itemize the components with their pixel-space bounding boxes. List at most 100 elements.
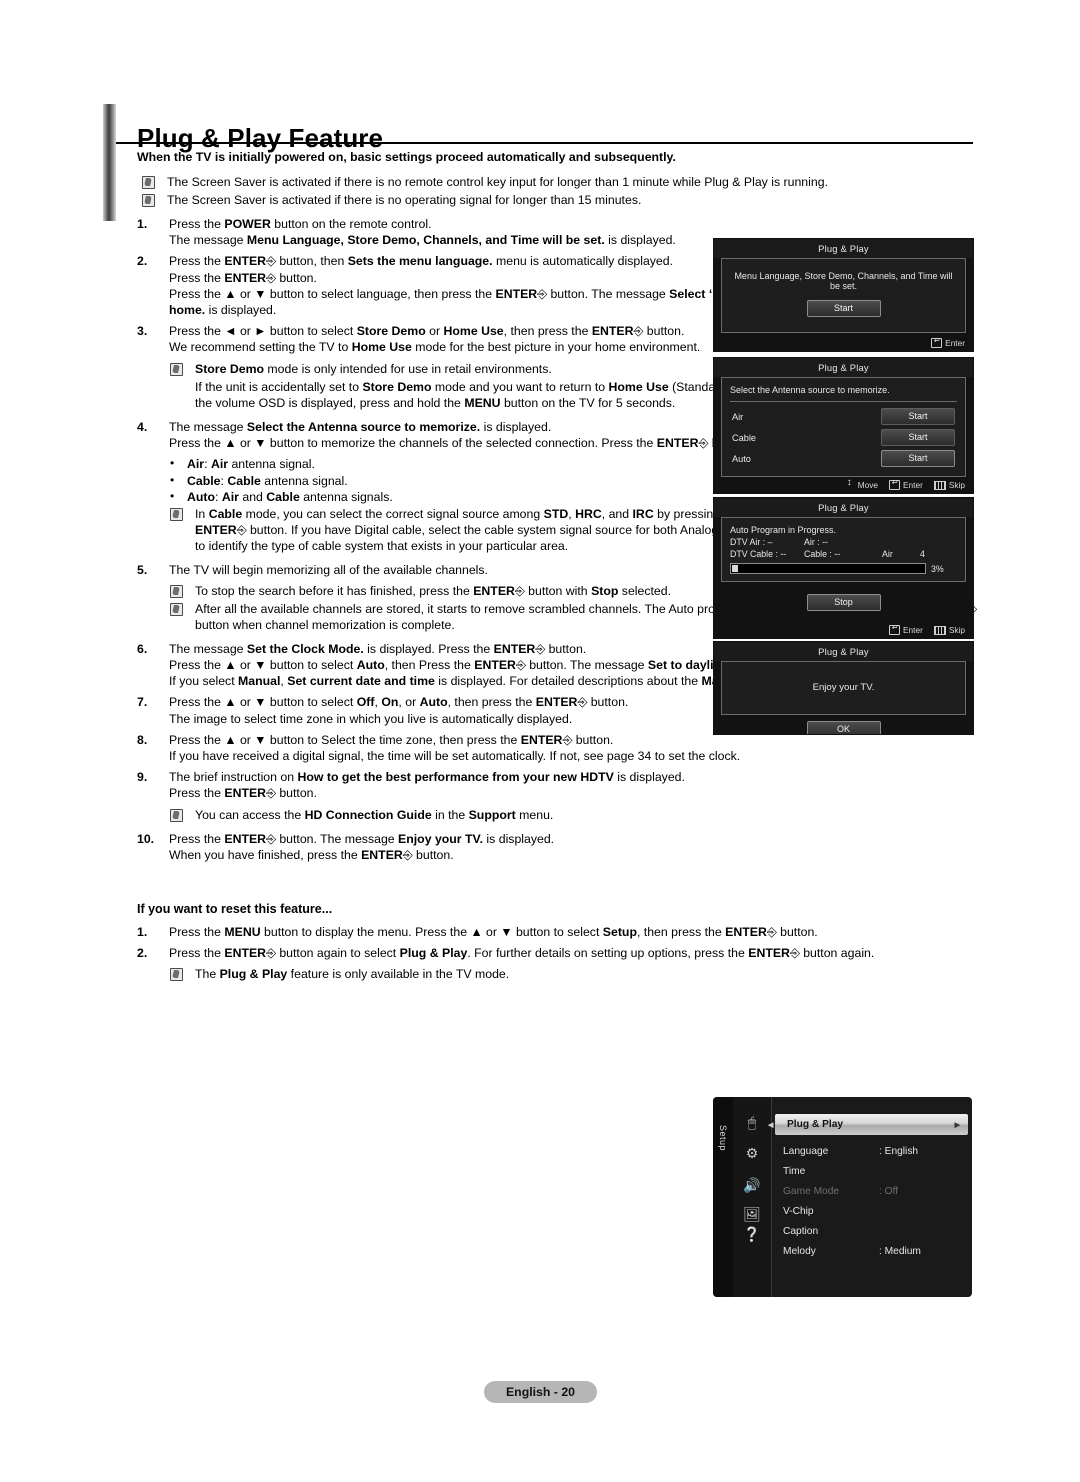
osd-title: Plug & Play [714, 642, 973, 661]
progress-bar-fill [732, 565, 738, 572]
menu-item-plug-play[interactable]: Plug & Play [768, 1114, 968, 1135]
osd-body: Select the Antenna source to memorize. A… [721, 377, 966, 477]
gear-icon[interactable]: ⚙ [739, 1142, 765, 1164]
osd-message: Menu Language, Store Demo, Channels, and… [734, 271, 953, 291]
menu-item-label: Time [783, 1165, 806, 1177]
osd-progress-row-1: DTV Air : – Air : -- [730, 537, 957, 547]
step-number: 1. [137, 217, 148, 231]
osd-screen-antenna-source: Plug & Play Select the Antenna source to… [713, 357, 974, 494]
osd-body: Enjoy your TV. [721, 661, 966, 715]
note-icon [170, 362, 183, 376]
osd-screen-enjoy-tv: Plug & Play Enjoy your TV. OK [713, 641, 974, 735]
current-channel: 4 [920, 549, 925, 559]
enter-key-icon: ⎆ [562, 732, 573, 747]
osd-progress-heading: Auto Program in Progress. [730, 525, 837, 535]
enter-key-icon: ⎆ [266, 270, 276, 285]
dtv-air-label: DTV Air : – [730, 537, 773, 547]
progress-bar [730, 563, 926, 574]
enter-icon [889, 478, 901, 490]
osd-start-button[interactable]: Start [806, 300, 881, 317]
help-icon[interactable]: ❔ [739, 1223, 765, 1245]
step-line: Press the ENTER⎆ button again to select … [169, 946, 875, 961]
setup-rail-label: Setup [718, 1124, 728, 1152]
intro-lead: When the TV is initially powered on, bas… [137, 150, 676, 164]
speaker-icon[interactable]: 🔊 [739, 1174, 765, 1196]
menu-item-label: V-Chip [783, 1205, 814, 1217]
air-label: Air : -- [804, 537, 828, 547]
osd-message: Enjoy your TV. [812, 682, 875, 693]
menu-item-language[interactable]: Language : English [771, 1141, 972, 1161]
menu-item-value: : English [879, 1145, 919, 1157]
step-line: If you have received a digital signal, t… [169, 748, 741, 763]
enter-key-icon: ⎆ [515, 657, 526, 672]
menu-item-label: Plug & Play [787, 1119, 844, 1130]
note-icon [170, 808, 183, 822]
osd-start-button-air[interactable]: Start [881, 408, 955, 425]
osd-row-auto: Auto Start [730, 448, 957, 469]
note-icon [142, 176, 155, 189]
osd-start-button-cable[interactable]: Start [881, 429, 955, 446]
osd-row-air: Air Start [730, 406, 957, 427]
note-text: The Screen Saver is activated if there i… [167, 175, 828, 189]
menu-item-value: : Medium [879, 1245, 921, 1257]
step-line: The brief instruction on How to get the … [169, 770, 685, 785]
osd-screen-auto-program: Plug & Play Auto Program in Progress. DT… [713, 497, 974, 639]
reset-step-2: 2. Press the ENTER⎆ button again to sele… [137, 945, 977, 961]
step-number: 8. [137, 732, 148, 747]
enter-key-icon: ⎆ [266, 946, 276, 961]
osd-stop-button[interactable]: Stop [806, 594, 881, 611]
step-number: 10. [137, 831, 155, 846]
note-icon [170, 584, 183, 598]
enter-key-icon: ⎆ [698, 435, 709, 450]
menu-item-melody[interactable]: Melody : Medium [771, 1241, 972, 1261]
osd-body: Auto Program in Progress. DTV Air : – Ai… [721, 517, 966, 582]
step-line: When you have finished, press the ENTER⎆… [169, 847, 454, 862]
step-8: 8. Press the ▲ or ▼ button to Select the… [137, 732, 977, 764]
skip-icon [933, 480, 946, 490]
osd-ok-button[interactable]: OK [806, 721, 881, 734]
picture-icon[interactable]: 🖼 [739, 1203, 765, 1225]
menu-item-caption[interactable]: Caption [771, 1221, 972, 1241]
menu-item-label: Game Mode [783, 1185, 840, 1197]
osd-body: Menu Language, Store Demo, Channels, and… [721, 258, 966, 333]
step-10: 10. Press the ENTER⎆ button. The message… [137, 831, 977, 863]
note-hd-connection-guide: You can access the HD Connection Guide i… [137, 807, 977, 823]
osd-row-label: Air [732, 411, 744, 422]
menu-item-game-mode[interactable]: Game Mode : Off [771, 1181, 972, 1201]
dtv-cable-label: DTV Cable : -- [730, 549, 787, 559]
enter-key-icon: ⎆ [266, 786, 276, 801]
osd-footer: Enter [931, 336, 965, 348]
menu-item-value: : Off [879, 1185, 899, 1197]
current-source: Air [882, 549, 893, 559]
setup-menu-panel: Plug & Play Language : English Time Game… [768, 1097, 972, 1297]
osd-screen-start: Plug & Play Menu Language, Store Demo, C… [713, 238, 974, 352]
osd-title: Plug & Play [714, 358, 973, 377]
step-line: Press the ENTER⎆ button. The message Enj… [169, 831, 555, 846]
remote-icon[interactable]: 🖱 [739, 1111, 765, 1133]
enter-key-icon: ⎆ [577, 695, 588, 710]
progress-percent: 3% [931, 563, 944, 574]
enter-key-icon: ⎆ [266, 831, 276, 846]
osd-setup-menu: Setup 🖱 ⚙ 🔊 🖼 ❔ Plug & Play Language : E… [713, 1097, 972, 1297]
enter-key-icon: ⎆ [766, 924, 777, 939]
osd-title: Plug & Play [714, 498, 973, 517]
enter-key-icon: ⎆ [402, 847, 413, 862]
osd-start-button-auto[interactable]: Start [881, 450, 955, 467]
step-line: Press the ENTER⎆ button. [169, 786, 317, 801]
osd-button-row: Stop [714, 594, 973, 611]
page-title: Plug & Play Feature [137, 123, 384, 154]
note-text: The Screen Saver is activated if there i… [167, 193, 642, 207]
osd-foot-enter: Enter [931, 336, 965, 348]
osd-title: Plug & Play [714, 239, 973, 258]
reset-step-1: 1. Press the MENU button to display the … [137, 924, 977, 940]
osd-footer: Move Enter Skip [847, 477, 965, 490]
note-plug-play-tv-mode: The Plug & Play feature is only availabl… [137, 966, 977, 982]
osd-foot-skip: Skip [933, 625, 965, 635]
step-number: 1. [137, 924, 148, 939]
menu-item-time[interactable]: Time [771, 1161, 972, 1181]
osd-row-cable: Cable Start [730, 427, 957, 448]
enter-icon [931, 336, 943, 348]
step-line: Press the POWER button on the remote con… [169, 217, 432, 231]
osd-foot-enter: Enter [889, 478, 923, 490]
menu-item-v-chip[interactable]: V-Chip [771, 1201, 972, 1221]
